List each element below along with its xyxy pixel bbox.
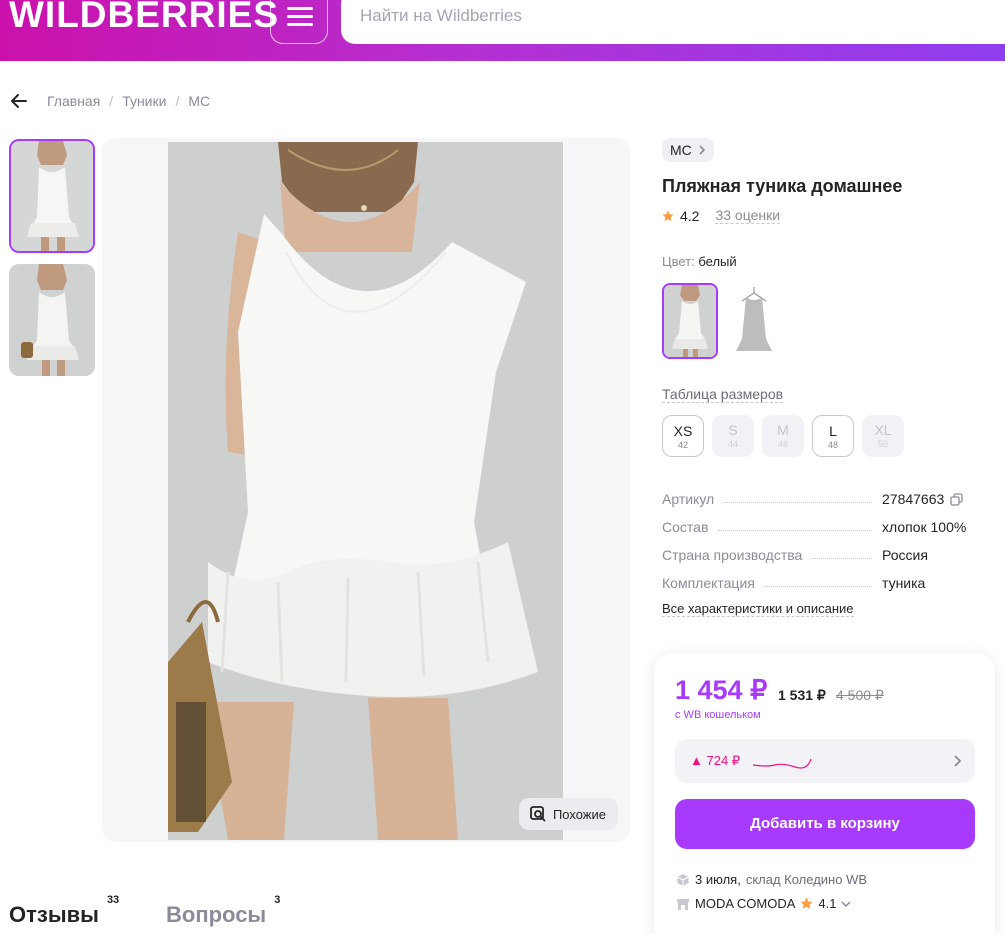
wildberries-logo[interactable]: WILDBERRIES	[9, 0, 279, 36]
size-option-s[interactable]: S 44	[712, 415, 754, 457]
size-label: L	[829, 423, 837, 439]
spec-value: хлопок 100%	[882, 519, 967, 535]
breadcrumb-separator: /	[175, 93, 180, 109]
size-option-l[interactable]: L 48	[812, 415, 854, 457]
spec-row-package: Комплектация туника	[662, 573, 967, 591]
similar-search-icon	[530, 806, 546, 822]
spec-row-composition: Состав хлопок 100%	[662, 517, 967, 535]
dress-swatch-image	[664, 285, 716, 357]
delivery-date: 3 июля,	[695, 872, 741, 887]
price-card: 1 454 ₽ 1 531 ₽ 4 500 ₽ с WB кошельком ▲…	[654, 653, 995, 934]
current-price: 1 531 ₽	[778, 687, 826, 703]
seller-name: MODA COMODA	[695, 896, 796, 911]
size-ru: 44	[727, 439, 738, 449]
size-label: XL	[874, 422, 892, 438]
spec-row-article: Артикул 27847663	[662, 489, 967, 507]
similar-label: Похожие	[552, 806, 606, 822]
delivery-info: 3 июля, склад Коледино WB	[676, 872, 867, 887]
breadcrumb-item-brand[interactable]: MC	[188, 93, 210, 109]
tab-count: 33	[106, 894, 120, 906]
product-rating: 4.2 33 оценки	[662, 207, 781, 224]
copy-icon[interactable]	[950, 492, 963, 506]
color-swatch-white-photo[interactable]	[662, 283, 718, 359]
dress-photo	[168, 142, 563, 840]
dress-thumbnail-image	[9, 264, 95, 376]
star-icon	[800, 897, 813, 909]
tab-questions[interactable]: Вопросы 3	[166, 894, 280, 928]
menu-button[interactable]	[270, 0, 328, 44]
back-arrow-icon[interactable]	[9, 91, 29, 111]
price-change: ▲ 724 ₽	[690, 753, 741, 768]
size-label: XS	[673, 423, 693, 439]
brand-link[interactable]: MC	[662, 138, 714, 162]
size-ru: 48	[827, 440, 838, 450]
breadcrumb: Главная / Туники / MC	[9, 91, 210, 111]
all-characteristics-link[interactable]: Все характеристики и описание	[662, 601, 854, 617]
gallery-thumbnail-1[interactable]	[9, 139, 95, 253]
size-option-xs[interactable]: XS 42	[662, 415, 704, 457]
spec-value: 27847663	[882, 491, 945, 507]
similar-button[interactable]: Похожие	[518, 798, 618, 830]
chevron-right-icon	[954, 755, 962, 767]
site-header: WILDBERRIES Найти на Wildberries	[0, 0, 1005, 61]
chevron-right-icon	[699, 145, 705, 155]
size-ru: 50	[877, 439, 888, 449]
tab-label: Отзывы	[9, 902, 99, 927]
spec-row-country: Страна производства Россия	[662, 545, 967, 563]
brand-name: MC	[670, 142, 692, 158]
color-value: белый	[698, 254, 737, 269]
size-label: M	[777, 422, 789, 438]
box-icon	[677, 873, 689, 886]
spec-key: Комплектация	[662, 575, 755, 591]
seller-rating: 4.1	[818, 896, 837, 911]
spec-key: Артикул	[662, 491, 715, 507]
search-placeholder: Найти на Wildberries	[360, 6, 522, 25]
tab-label: Вопросы	[166, 902, 267, 927]
breadcrumb-separator: /	[109, 93, 114, 109]
reviews-count-link[interactable]: 33 оценки	[715, 207, 781, 224]
old-price: 4 500 ₽	[836, 687, 884, 703]
tab-reviews[interactable]: Отзывы 33	[9, 894, 119, 928]
wallet-note[interactable]: с WB кошельком	[675, 709, 761, 721]
dress-swatch-image	[726, 283, 782, 359]
wallet-price: 1 454 ₽	[675, 675, 768, 705]
gallery-thumbnail-2[interactable]	[9, 264, 95, 376]
breadcrumb-item-category[interactable]: Туники	[122, 93, 166, 109]
spec-key: Состав	[662, 519, 709, 535]
size-ru: 46	[777, 439, 788, 449]
seller-info[interactable]: MODA COMODA 4.1	[676, 896, 852, 911]
chevron-down-icon	[841, 900, 852, 907]
star-icon	[662, 210, 674, 221]
spec-value: Россия	[882, 547, 928, 563]
price-history-sparkline	[753, 758, 812, 769]
search-input[interactable]: Найти на Wildberries	[341, 0, 1005, 44]
size-label: S	[728, 422, 738, 438]
rating-value: 4.2	[680, 207, 700, 224]
main-product-image[interactable]: Похожие	[102, 138, 630, 842]
size-option-m[interactable]: M 46	[762, 415, 804, 457]
color-swatch-white-flat[interactable]	[726, 283, 782, 359]
spec-value: туника	[882, 575, 926, 591]
warehouse-name: склад Коледино WB	[745, 872, 868, 887]
spec-key: Страна производства	[662, 547, 803, 563]
tab-count: 3	[274, 894, 281, 906]
price-history-button[interactable]: ▲ 724 ₽	[675, 739, 975, 783]
size-option-xl[interactable]: XL 50	[862, 415, 904, 457]
add-to-cart-button[interactable]: Добавить в корзину	[675, 799, 975, 849]
color-label: Цвет:	[662, 254, 695, 269]
color-row: Цвет: белый	[662, 254, 737, 269]
shop-icon	[677, 898, 689, 910]
product-title: Пляжная туника домашнее	[662, 176, 903, 196]
size-table-link[interactable]: Таблица размеров	[662, 386, 784, 403]
dress-thumbnail-image	[11, 141, 93, 251]
size-ru: 42	[677, 440, 688, 450]
breadcrumb-item-home[interactable]: Главная	[47, 93, 100, 109]
